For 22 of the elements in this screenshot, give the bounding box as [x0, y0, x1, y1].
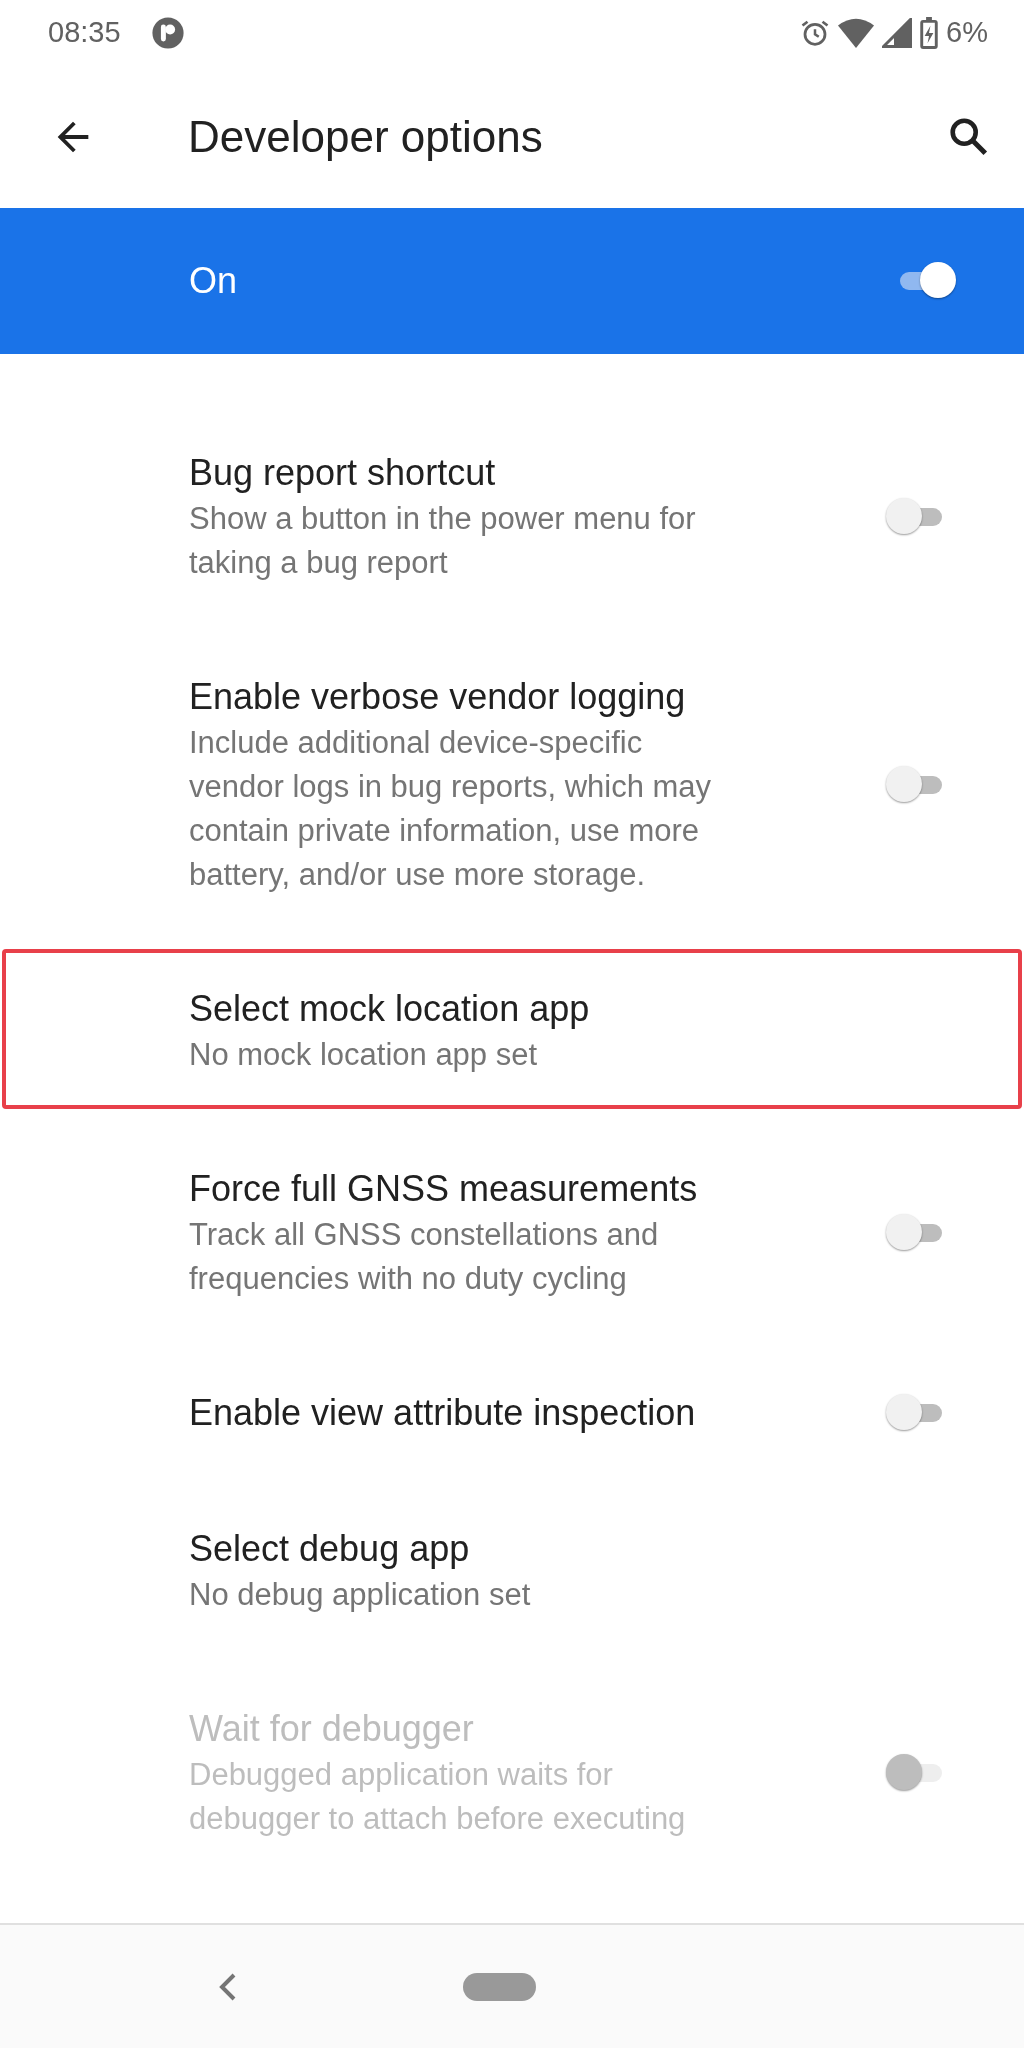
setting-summary: No debug application set — [189, 1576, 532, 1614]
setting-title[interactable]: Force full GNSS measurements — [189, 1165, 884, 1213]
setting-summary: Show a button in the power menu for taking a bug report — [189, 500, 697, 582]
setting-title[interactable]: Bug report shortcut — [189, 449, 884, 497]
battery-percentage: 6% — [946, 14, 988, 50]
master-switch-label: On — [189, 259, 238, 303]
setting-summary: No mock location app set — [189, 1036, 539, 1074]
signal-icon — [882, 17, 913, 48]
wifi-icon — [838, 17, 875, 48]
setting-summary: Include additional device-specific vendor logs in bug reports, which may contain private information, use more battery, and/or use more storage. — [189, 724, 713, 894]
setting-title[interactable]: Enable view attribute inspection — [189, 1389, 884, 1437]
notification-icon — [150, 15, 185, 50]
setting-title[interactable]: Select debug app — [189, 1525, 948, 1573]
setting-title: Wait for debugger — [189, 1707, 475, 1751]
page-title: Developer options — [188, 110, 543, 163]
setting-summary: Track all GNSS constellations and frequencies with no duty cycling — [189, 1216, 660, 1298]
status-time: 08:35 — [48, 14, 121, 50]
home-pill[interactable] — [463, 1972, 536, 2001]
setting-title[interactable]: Select mock location app — [189, 985, 948, 1033]
setting-title[interactable]: Enable verbose vendor logging — [189, 673, 884, 721]
setting-summary: Debugged application waits for debugger to attach before executing — [189, 1756, 687, 1838]
battery-charging-icon — [920, 16, 939, 49]
